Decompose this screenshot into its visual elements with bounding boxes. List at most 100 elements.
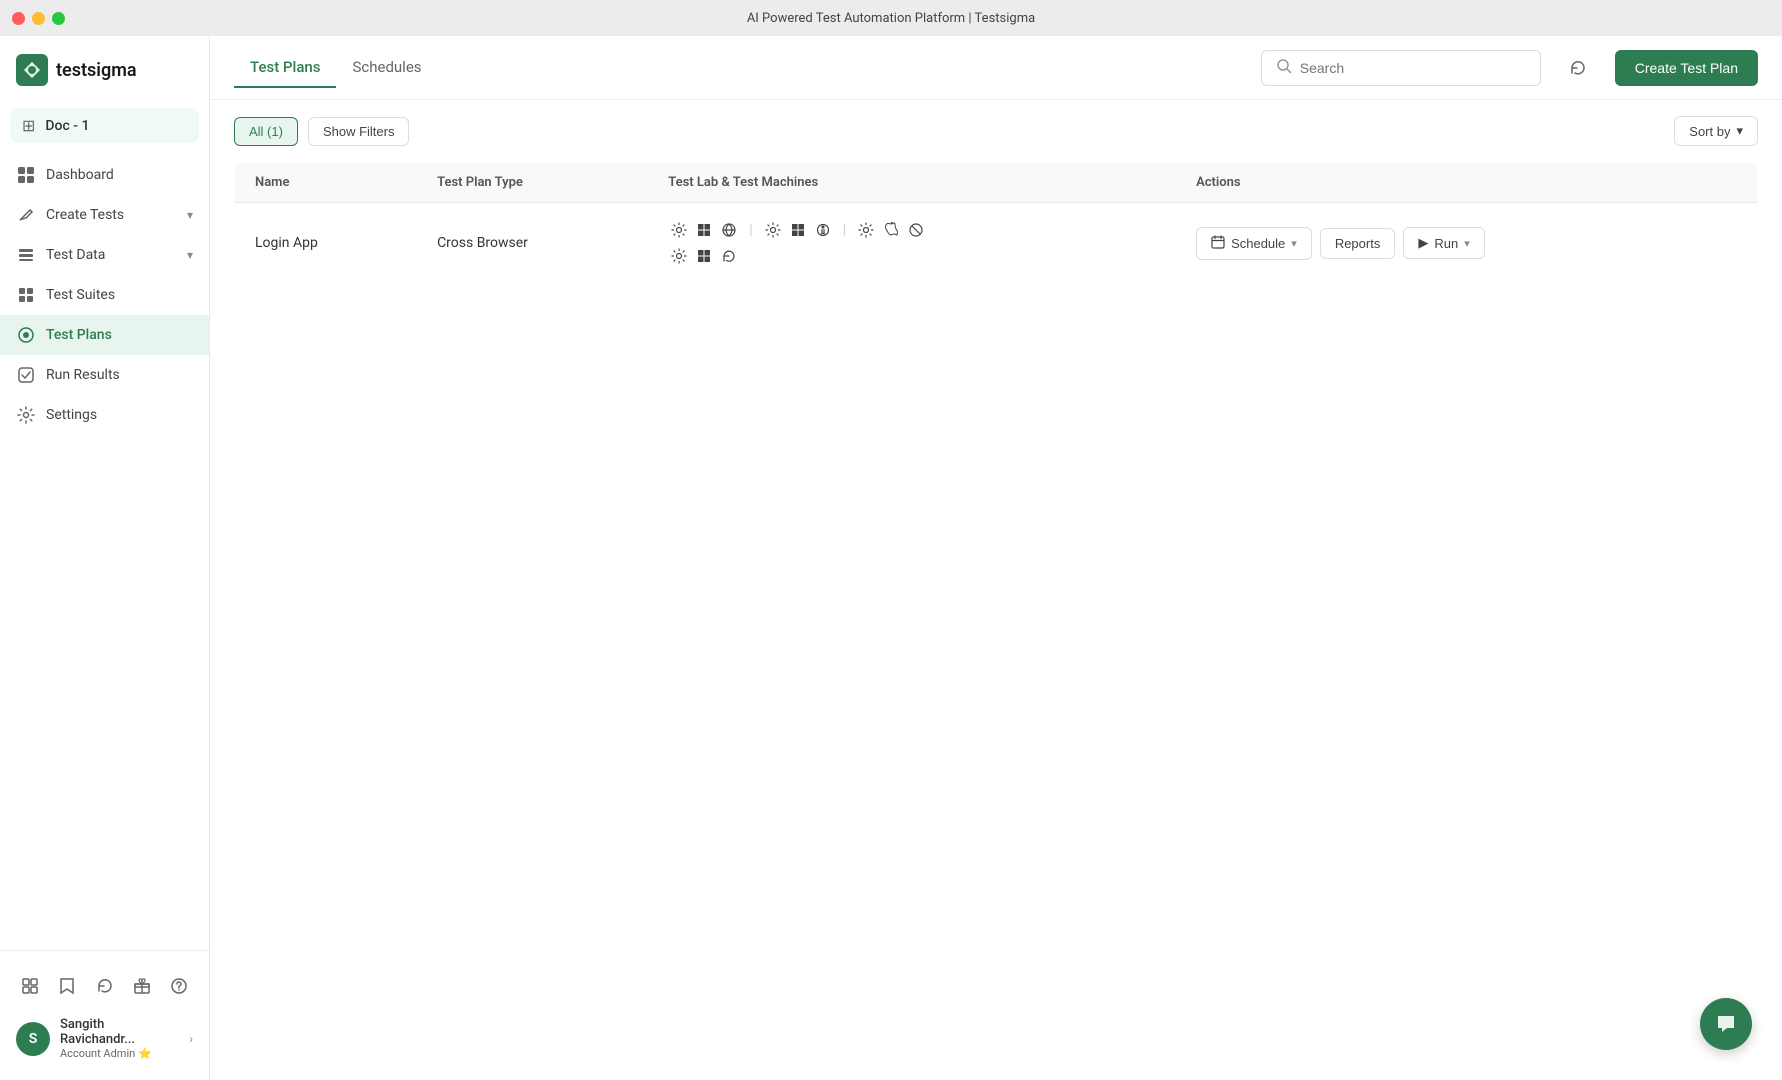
test-plans-table: Name Test Plan Type Test Lab & Test Mach… [234,162,1758,284]
doc-label: Doc - 1 [45,118,89,134]
search-icon [1276,58,1292,78]
sidebar-item-label: Create Tests [46,207,177,223]
machine-group-2 [668,245,1156,267]
test-suites-icon [16,285,36,305]
machine-group-1: | | [668,219,1156,241]
refresh-small-icon [718,245,740,267]
user-avatar: S [16,1022,50,1056]
sidebar-item-label: Run Results [46,367,193,383]
sidebar-bottom-icons [10,963,199,1009]
window-title: AI Powered Test Automation Platform | Te… [747,11,1035,26]
run-button[interactable]: ▶ Run ▾ [1403,227,1484,259]
minimize-button[interactable] [32,12,45,25]
refresh-icon[interactable] [91,971,118,1001]
col-type: Test Plan Type [417,163,648,203]
test-plans-icon [16,325,36,345]
sort-label: Sort by [1689,124,1730,139]
col-machines: Test Lab & Test Machines [648,163,1176,203]
sidebar-item-test-plans[interactable]: Test Plans [0,315,209,355]
grid-icon: ⊞ [22,116,35,135]
refresh-button[interactable] [1561,51,1595,85]
table-row: Login App Cross Browser [235,203,1758,284]
user-info: Sangith Ravichandr... Account Admin ⭐ [60,1017,179,1060]
sidebar-item-label: Settings [46,407,193,423]
plan-machines: | | [648,203,1176,284]
schedule-label: Schedule [1231,236,1285,251]
sidebar-grid-icon[interactable] [16,971,43,1001]
ban-icon [905,219,927,241]
calendar-icon [1211,235,1225,252]
sidebar-item-label: Test Data [46,247,177,263]
plan-name: Login App [235,203,418,284]
sidebar-item-label: Test Plans [46,327,193,343]
sidebar-item-label: Test Suites [46,287,193,303]
table-body: Login App Cross Browser [235,203,1758,284]
schedule-button[interactable]: Schedule ▾ [1196,227,1312,260]
chat-button[interactable] [1700,998,1752,1050]
create-tests-icon [16,205,36,225]
bookmark-icon[interactable] [53,971,80,1001]
settings-icon [16,405,36,425]
create-test-plan-button[interactable]: Create Test Plan [1615,50,1758,86]
show-filters-button[interactable]: Show Filters [308,117,410,146]
search-box [1261,50,1541,86]
sidebar: testsigma ⊞ Doc - 1 Dashboard Create Tes… [0,36,210,1080]
actions-cell: Schedule ▾ Reports ▶ Run ▾ [1196,227,1737,260]
run-results-icon [16,365,36,385]
chevron-down-icon: ▾ [1736,123,1743,139]
play-icon: ▶ [1418,235,1428,251]
tab-test-plans[interactable]: Test Plans [234,48,336,88]
content-toolbar: All (1) Show Filters Sort by ▾ [234,116,1758,146]
sidebar-item-settings[interactable]: Settings [0,395,209,435]
sidebar-item-test-suites[interactable]: Test Suites [0,275,209,315]
gear-icon-4 [668,245,690,267]
titlebar: AI Powered Test Automation Platform | Te… [0,0,1782,36]
sidebar-nav: Dashboard Create Tests ▾ Test Data ▾ [0,147,209,950]
help-icon[interactable] [166,971,193,1001]
close-button[interactable] [12,12,25,25]
header-tabs: Test Plans Schedules [234,48,438,87]
sidebar-item-run-results[interactable]: Run Results [0,355,209,395]
maximize-button[interactable] [52,12,65,25]
chevron-down-icon: ▾ [187,248,193,262]
browser-icon [718,219,740,241]
gear-icon [668,219,690,241]
tab-schedules[interactable]: Schedules [336,48,437,88]
sidebar-bottom: S Sangith Ravichandr... Account Admin ⭐ … [0,950,209,1080]
sort-by-button[interactable]: Sort by ▾ [1674,116,1758,146]
all-filter-button[interactable]: All (1) [234,117,298,146]
main-content: Test Plans Schedules Create Test Plan [210,36,1782,1080]
apple-icon [880,219,902,241]
sidebar-item-test-data[interactable]: Test Data ▾ [0,235,209,275]
reports-button[interactable]: Reports [1320,228,1396,259]
search-input[interactable] [1300,60,1526,76]
col-actions: Actions [1176,163,1757,203]
header: Test Plans Schedules Create Test Plan [210,36,1782,100]
sidebar-item-dashboard[interactable]: Dashboard [0,155,209,195]
logo-text: testsigma [56,60,137,81]
table-header: Name Test Plan Type Test Lab & Test Mach… [235,163,1758,203]
sidebar-doc-item[interactable]: ⊞ Doc - 1 [10,108,199,143]
col-name: Name [235,163,418,203]
gift-icon[interactable] [128,971,155,1001]
sidebar-item-label: Dashboard [46,167,193,183]
test-data-icon [16,245,36,265]
sidebar-logo: testsigma [0,36,209,104]
chevron-right-icon: › [189,1032,193,1046]
logo-icon [16,54,48,86]
user-role: Account Admin ⭐ [60,1047,179,1060]
content-toolbar-left: All (1) Show Filters [234,117,409,146]
run-label: Run [1434,236,1458,251]
dashboard-icon [16,165,36,185]
sidebar-user[interactable]: S Sangith Ravichandr... Account Admin ⭐ … [10,1009,199,1068]
content-area: All (1) Show Filters Sort by ▾ Name Test… [210,100,1782,1080]
chevron-down-icon: ▾ [187,208,193,222]
chevron-down-icon: ▾ [1464,237,1470,250]
traffic-lights [12,12,65,25]
circle-icon [812,219,834,241]
windows-icon-3 [693,245,715,267]
user-name: Sangith Ravichandr... [60,1017,179,1047]
sidebar-item-create-tests[interactable]: Create Tests ▾ [0,195,209,235]
windows-icon-2 [787,219,809,241]
chevron-down-icon: ▾ [1291,237,1297,250]
